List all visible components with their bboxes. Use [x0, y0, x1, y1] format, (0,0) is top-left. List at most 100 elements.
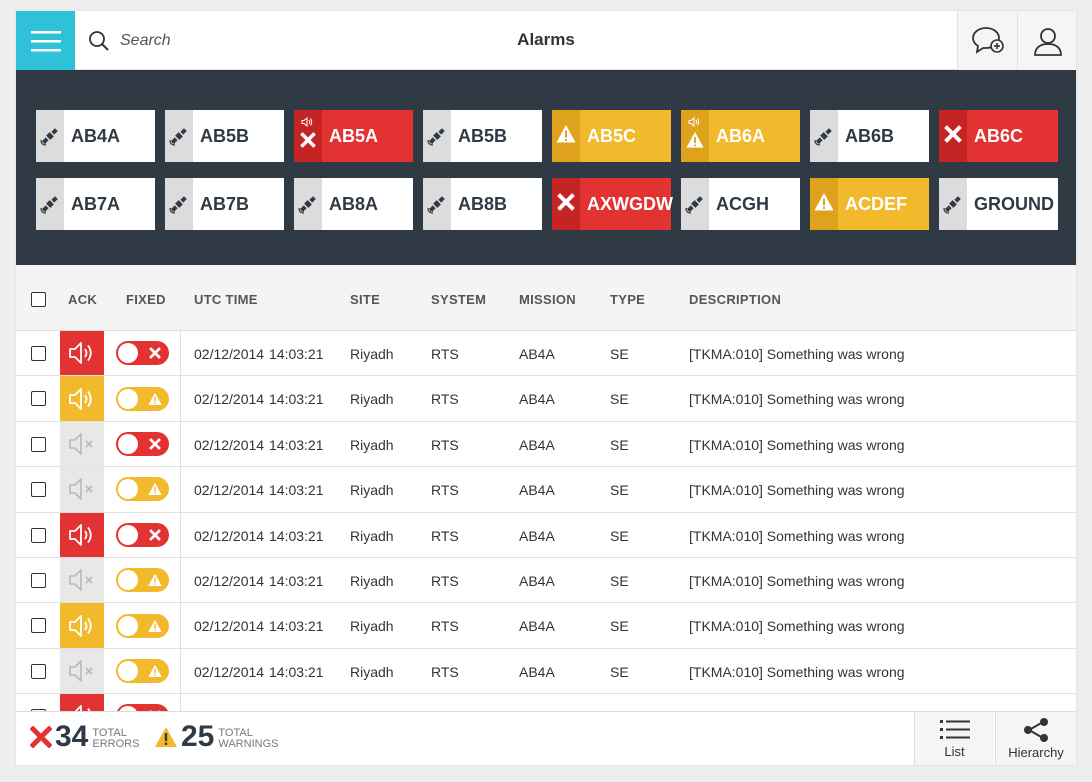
column-description[interactable]: DESCRIPTION: [689, 292, 781, 307]
list-view-button[interactable]: List: [914, 712, 994, 765]
cell-mission: AB4A: [519, 663, 555, 680]
error-x-icon: [300, 131, 316, 148]
cell-site: Riyadh: [350, 346, 394, 362]
cell-type: SE: [610, 391, 629, 408]
warnings-count: 25: [181, 720, 215, 753]
search-input[interactable]: Search: [120, 32, 171, 50]
table-row[interactable]: 02/12/2014 14:03:21 Riyadh RTS AB4A SE [TKMA:0…: [16, 603, 1076, 649]
column-site[interactable]: SITE: [350, 292, 380, 307]
tile-label: AB6B: [845, 125, 895, 146]
mission-tile[interactable]: AB7A: [36, 178, 155, 230]
tile-status-icon: [36, 110, 64, 162]
table-row[interactable]: 02/12/2014 14:03:21 Riyadh RTS AB4A SE [TKMA:0…: [16, 557, 1076, 604]
user-button[interactable]: [1017, 11, 1076, 70]
table-row[interactable]: 02/12/2014 14:03:21 Riyadh RTS AB4A SE [TKMA:0…: [16, 421, 1076, 468]
column-fixed[interactable]: FIXED: [126, 292, 166, 307]
mission-tile[interactable]: AB7B: [165, 178, 284, 230]
mission-tile[interactable]: AB4A: [36, 110, 155, 162]
tile-status-icon: [294, 110, 322, 162]
search-icon: [89, 31, 109, 51]
fixed-toggle[interactable]: [115, 613, 169, 638]
speaker-muted-icon: [69, 569, 93, 591]
row-checkbox[interactable]: [31, 618, 46, 634]
tile-label: AB8A: [329, 193, 379, 214]
fixed-toggle[interactable]: [115, 477, 169, 502]
error-x-icon: [148, 347, 161, 360]
table-row[interactable]: 02/12/2014 14:03:21 Riyadh RTS AB4A SE [TKMA:0…: [16, 512, 1076, 558]
row-checkbox[interactable]: [31, 527, 46, 543]
fixed-toggle[interactable]: [115, 431, 169, 456]
ack-button[interactable]: [60, 557, 104, 603]
row-checkbox[interactable]: [31, 436, 46, 452]
ack-button[interactable]: [60, 648, 104, 694]
column-mission[interactable]: MISSION: [519, 292, 576, 307]
speaker-muted-icon: [69, 660, 93, 682]
cell-site: Riyadh: [350, 527, 394, 544]
cell-site: Riyadh: [350, 482, 394, 499]
cell-mission: AB4A: [519, 482, 555, 499]
mission-tile[interactable]: ACGH: [681, 178, 800, 230]
mission-tile[interactable]: AXWGDW: [552, 178, 673, 230]
warning-triangle-icon: [814, 192, 834, 210]
fixed-cell: [104, 467, 181, 512]
tile-status-icon: [36, 178, 64, 230]
row-checkbox[interactable]: [31, 663, 46, 679]
column-system[interactable]: SYSTEM: [431, 292, 486, 307]
column-type[interactable]: TYPE: [610, 292, 645, 307]
chat-button[interactable]: [957, 11, 1017, 70]
ack-button[interactable]: [60, 512, 104, 557]
cell-utc-time: 14:03:21: [269, 391, 324, 408]
toggle-knob: [117, 433, 138, 454]
ack-button[interactable]: [60, 467, 104, 512]
cell-description: [TKMA:010] Something was wrong: [689, 663, 905, 680]
warnings-caption-line2: WARNINGS: [218, 738, 279, 750]
table-row[interactable]: 02/12/2014 14:03:21 Riyadh RTS AB4A SE [TKMA:0…: [16, 648, 1076, 695]
fixed-toggle[interactable]: [115, 386, 169, 411]
tile-status-icon: [681, 178, 709, 230]
cell-utc-time: 14:03:21: [269, 482, 324, 499]
column-utc-time[interactable]: UTC TIME: [194, 292, 258, 307]
hierarchy-view-button[interactable]: Hierarchy: [995, 712, 1076, 765]
toggle-knob: [117, 660, 138, 681]
menu-button[interactable]: [16, 11, 75, 70]
column-ack[interactable]: ACK: [68, 292, 97, 307]
mission-tiles: AB4A AB5B AB5A AB5B AB5C AB6A AB6B AB6C AB7A AB7B…: [36, 110, 1058, 230]
row-checkbox[interactable]: [31, 346, 46, 361]
row-checkbox[interactable]: [31, 572, 46, 588]
table-row[interactable]: 02/12/2014 14:03:21 Riyadh RTS AB4A SE [TKMA:0…: [16, 467, 1076, 513]
toggle-status-icon: [147, 391, 163, 407]
row-checkbox[interactable]: [31, 391, 46, 407]
row-checkbox[interactable]: [31, 482, 46, 498]
error-x-icon: [30, 726, 52, 748]
table-row[interactable]: 02/12/2014 14:03:21 Riyadh RTS AB4A SE [TKMA:0…: [16, 376, 1076, 422]
mission-tile[interactable]: AB8B: [423, 178, 542, 230]
fixed-toggle[interactable]: [115, 522, 169, 547]
toggle-status-icon: [147, 618, 163, 634]
mission-tile[interactable]: AB8A: [294, 178, 413, 230]
table-row[interactable]: 02/12/2014 14:03:21 Riyadh RTS AB4A SE [TKMA:0…: [16, 331, 1076, 377]
mission-tile[interactable]: AB5B: [165, 110, 284, 162]
mission-tile[interactable]: AB6B: [810, 110, 929, 162]
satellite-icon: [427, 196, 445, 214]
fixed-toggle[interactable]: [115, 568, 169, 593]
tile-status-icon: [294, 178, 322, 230]
fixed-cell: [104, 557, 181, 603]
fixed-toggle[interactable]: [115, 341, 169, 366]
mission-tile[interactable]: AB6C: [939, 110, 1058, 162]
mission-tile[interactable]: AB6A: [681, 110, 800, 162]
mission-tile[interactable]: AB5C: [552, 110, 671, 162]
cell-mission: AB4A: [519, 527, 555, 544]
ack-button[interactable]: [60, 421, 104, 467]
ack-button[interactable]: [60, 331, 104, 376]
mission-tile[interactable]: ACDEF: [810, 178, 929, 230]
mission-tile[interactable]: AB5B: [423, 110, 542, 162]
ack-button[interactable]: [60, 376, 104, 421]
search-box[interactable]: Search: [88, 29, 171, 53]
fixed-toggle[interactable]: [115, 658, 169, 683]
mission-tile[interactable]: AB5A: [294, 110, 413, 162]
ack-button[interactable]: [60, 603, 104, 648]
cell-system: RTS: [431, 572, 459, 589]
select-all-checkbox[interactable]: [31, 292, 46, 307]
user-icon: [1033, 27, 1062, 56]
mission-tile[interactable]: GROUND: [939, 178, 1058, 230]
